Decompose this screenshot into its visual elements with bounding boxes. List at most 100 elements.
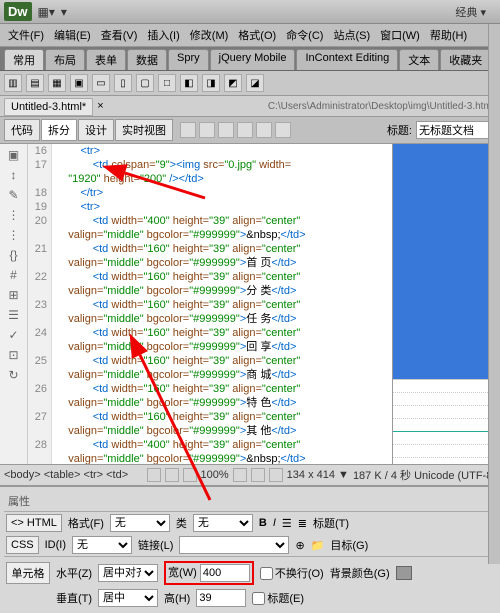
- cell-button[interactable]: 单元格: [6, 562, 50, 584]
- main-split: ▣ ↕ ✎ ⋮ ⋮ {} # ⊞ ☰ ✓ ⊡ ↻ 16 <tr>17 <td c…: [0, 144, 500, 464]
- status-bar: <body> <table> <tr> <td> 100% 134 x 414 …: [0, 464, 500, 485]
- close-tab-icon[interactable]: ×: [93, 100, 107, 112]
- upload-icon[interactable]: [237, 122, 253, 138]
- view-code-button[interactable]: 代码: [4, 119, 40, 141]
- nav-icon[interactable]: [218, 122, 234, 138]
- halign-select[interactable]: 居中对齐: [98, 564, 158, 582]
- tool-icon[interactable]: ⋮: [8, 208, 20, 222]
- menu-item[interactable]: 编辑(E): [50, 26, 95, 44]
- code-editor[interactable]: 16 <tr>17 <td colspan="9"><img src="0.jp…: [28, 144, 392, 464]
- bold-button[interactable]: B: [259, 517, 267, 529]
- tool-icon[interactable]: ▤: [26, 74, 44, 92]
- insert-tab[interactable]: 数据: [127, 49, 167, 70]
- refresh-icon[interactable]: [180, 122, 196, 138]
- tool-icon[interactable]: ✓: [8, 328, 18, 342]
- expand-icon[interactable]: ↕: [11, 168, 17, 182]
- menu-item[interactable]: 查看(V): [97, 26, 142, 44]
- insert-tab[interactable]: InContext Editing: [296, 49, 398, 70]
- list-icon[interactable]: ☰: [282, 517, 292, 530]
- document-tab[interactable]: Untitled-3.html*: [4, 98, 93, 116]
- view-design-button[interactable]: 设计: [78, 119, 114, 141]
- pointer-icon[interactable]: [147, 468, 161, 482]
- tool-icon[interactable]: {}: [9, 248, 17, 262]
- menu-item[interactable]: 文件(F): [4, 26, 48, 44]
- menu-item[interactable]: 格式(O): [234, 26, 280, 44]
- color-swatch[interactable]: [396, 566, 412, 580]
- menu-item[interactable]: 帮助(H): [426, 26, 471, 44]
- insert-tabbar: 常用布局表单数据SpryjQuery MobileInContext Editi…: [0, 47, 500, 71]
- html-mode-button[interactable]: <> HTML: [6, 514, 62, 532]
- panel-collapse-bar[interactable]: [488, 24, 500, 564]
- class-select[interactable]: 无: [193, 514, 253, 532]
- title-input[interactable]: [416, 121, 496, 139]
- valign-select[interactable]: 居中: [98, 589, 158, 607]
- tool-icon[interactable]: ☰: [8, 308, 19, 322]
- tool-icon[interactable]: ▢: [136, 74, 154, 92]
- collapse-icon[interactable]: ▣: [8, 148, 19, 162]
- tablet-icon[interactable]: [269, 468, 283, 482]
- file-info: 187 K / 4 秒 Unicode (UTF-8): [353, 467, 496, 483]
- menu-bar: 文件(F)编辑(E)查看(V)插入(I)修改(M)格式(O)命令(C)站点(S)…: [0, 24, 500, 47]
- tool-icon[interactable]: ✎: [8, 188, 18, 202]
- design-preview[interactable]: [392, 144, 500, 464]
- dropdown-icon[interactable]: ▾: [61, 5, 67, 19]
- format-select[interactable]: 无: [110, 514, 170, 532]
- tool-icon[interactable]: □: [158, 74, 176, 92]
- target-label: 目标(G): [330, 537, 368, 553]
- height-label: 高(H): [164, 590, 190, 606]
- insert-tab[interactable]: 收藏夹: [440, 49, 491, 70]
- grid-icon[interactable]: ▦▾: [38, 5, 55, 19]
- tag-icon[interactable]: [275, 122, 291, 138]
- tool-icon[interactable]: ▣: [70, 74, 88, 92]
- dimensions[interactable]: 134 x 414 ▼: [287, 469, 349, 481]
- tool-icon[interactable]: ↻: [8, 368, 18, 382]
- tag-path[interactable]: <body> <table> <tr> <td>: [4, 469, 128, 481]
- layout-selector[interactable]: 经典 ▾: [455, 4, 486, 20]
- menu-item[interactable]: 插入(I): [143, 26, 183, 44]
- insert-tab[interactable]: 表单: [86, 49, 126, 70]
- insert-tab[interactable]: jQuery Mobile: [210, 49, 296, 70]
- tool-icon[interactable]: ▯: [114, 74, 132, 92]
- link-select[interactable]: [179, 536, 289, 554]
- view-split-button[interactable]: 拆分: [41, 119, 77, 141]
- menu-item[interactable]: 修改(M): [186, 26, 233, 44]
- width-input[interactable]: [200, 564, 250, 582]
- tool-icon[interactable]: ⊞: [8, 288, 18, 302]
- tool-icon[interactable]: ◩: [224, 74, 242, 92]
- menu-item[interactable]: 窗口(W): [376, 26, 424, 44]
- tool-icon[interactable]: ▥: [4, 74, 22, 92]
- header-check[interactable]: 标题(E): [252, 590, 304, 606]
- globe-icon[interactable]: [199, 122, 215, 138]
- tool-icon[interactable]: ⊡: [8, 348, 18, 362]
- tool-icon[interactable]: ◪: [246, 74, 264, 92]
- screen-icon[interactable]: [233, 468, 247, 482]
- zoom-level[interactable]: 100%: [201, 469, 229, 481]
- menu-item[interactable]: 命令(C): [282, 26, 327, 44]
- insert-tab[interactable]: 布局: [45, 49, 85, 70]
- italic-button[interactable]: I: [273, 517, 276, 529]
- id-select[interactable]: 无: [72, 536, 132, 554]
- tool-icon[interactable]: ◨: [202, 74, 220, 92]
- height-input[interactable]: [196, 589, 246, 607]
- menu-item[interactable]: 站点(S): [329, 26, 374, 44]
- nowrap-check[interactable]: 不换行(O): [260, 565, 324, 581]
- tool-icon[interactable]: ◧: [180, 74, 198, 92]
- numlist-icon[interactable]: ≣: [298, 517, 307, 530]
- folder-icon[interactable]: 📁: [311, 539, 325, 552]
- format-label: 格式(F): [68, 515, 104, 531]
- insert-tab[interactable]: Spry: [168, 49, 209, 70]
- css-mode-button[interactable]: CSS: [6, 536, 39, 554]
- check-icon[interactable]: [256, 122, 272, 138]
- tool-icon[interactable]: ▭: [92, 74, 110, 92]
- hand-icon[interactable]: [165, 468, 179, 482]
- insert-tab[interactable]: 文本: [399, 49, 439, 70]
- insert-tab[interactable]: 常用: [4, 49, 44, 70]
- tool-icon[interactable]: #: [10, 268, 17, 282]
- tool-icon[interactable]: ⋮: [8, 228, 20, 242]
- browse-icon[interactable]: ⊕: [295, 539, 304, 552]
- view-live-button[interactable]: 实时视图: [115, 119, 173, 141]
- zoom-icon[interactable]: [183, 468, 197, 482]
- mobile-icon[interactable]: [251, 468, 265, 482]
- tool-icon[interactable]: ▦: [48, 74, 66, 92]
- properties-title: 属性: [4, 491, 496, 512]
